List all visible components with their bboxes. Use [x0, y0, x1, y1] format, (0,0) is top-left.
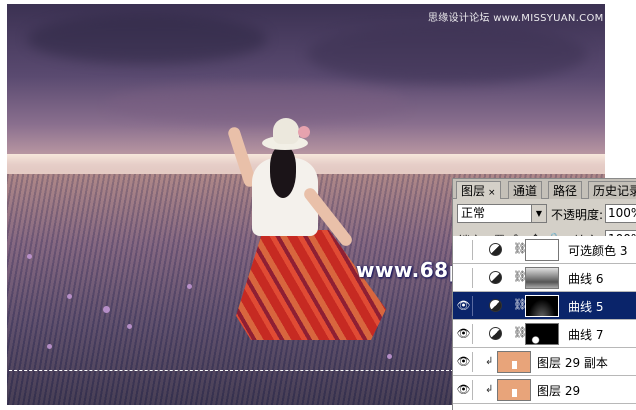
hat-flower: [298, 126, 310, 138]
layer-row[interactable]: ⛓ 曲线 6: [453, 264, 636, 292]
layers-panel: 图层× 通道 路径 历史记录 正常 ▼ 不透明度: 100% 锁定: ▦ ✎ ✥…: [452, 178, 636, 410]
layer-row[interactable]: 👁 ↲ 图层 29: [453, 376, 636, 404]
adjustment-icon: [489, 243, 502, 256]
tab-history[interactable]: 历史记录: [588, 181, 636, 199]
blend-mode-value: 正常: [461, 206, 486, 220]
eye-icon[interactable]: 👁: [455, 324, 473, 344]
eye-icon[interactable]: 👁: [455, 352, 473, 372]
cloud: [307, 24, 587, 84]
layer-row[interactable]: 👁 ↲ 图层 29 副本: [453, 348, 636, 376]
blend-row: 正常 ▼ 不透明度: 100%: [453, 201, 636, 225]
layer-name: 曲线 5: [568, 300, 604, 314]
selection-marquee: [4, 370, 454, 404]
layer-mask[interactable]: [525, 295, 559, 317]
tab-label: 图层: [461, 184, 486, 198]
flower: [47, 344, 52, 349]
flower: [67, 294, 72, 299]
sun-hat: [262, 116, 310, 156]
layer-thumbnail[interactable]: [497, 379, 531, 401]
layer-mask[interactable]: [525, 267, 559, 289]
layer-thumbnail[interactable]: [497, 351, 531, 373]
panel-tabs: 图层× 通道 路径 历史记录: [453, 179, 636, 199]
eye-icon[interactable]: 👁: [455, 296, 473, 316]
visibility-toggle[interactable]: [455, 268, 473, 288]
hat-crown: [273, 118, 299, 144]
layer-name: 曲线 6: [568, 272, 604, 286]
layer-name: 可选颜色 3: [568, 244, 628, 258]
layer-mask[interactable]: [525, 323, 559, 345]
layers-list: ⛓ 可选颜色 3 ⛓ 曲线 6 👁 ⛓ 曲线 5 👁 ⛓ 曲线 7 👁 ↲ 图层…: [453, 236, 636, 410]
layer-row[interactable]: ⛓ 可选颜色 3: [453, 236, 636, 264]
tab-channels[interactable]: 通道: [508, 181, 543, 199]
flower: [387, 354, 392, 359]
layer-name: 图层 29: [537, 384, 581, 398]
eye-icon[interactable]: 👁: [455, 380, 473, 400]
tab-label: 路径: [553, 184, 578, 198]
clipping-arrow-icon: ↲: [485, 384, 494, 395]
layer-name: 曲线 7: [568, 328, 604, 342]
woman-figure: [226, 112, 400, 342]
cloud: [27, 14, 267, 64]
flower: [103, 306, 110, 313]
tab-paths[interactable]: 路径: [548, 181, 583, 199]
flower: [27, 254, 32, 259]
layer-row[interactable]: 👁 ⛓ 曲线 5: [453, 292, 636, 320]
opacity-label: 不透明度:: [551, 208, 604, 222]
layer-mask[interactable]: [525, 239, 559, 261]
close-icon[interactable]: ×: [488, 188, 496, 198]
blend-mode-select[interactable]: 正常 ▼: [457, 204, 547, 223]
adjustment-icon: [489, 327, 502, 340]
site-watermark: 思缘设计论坛 www.MISSYUAN.COM: [428, 13, 604, 24]
flower: [127, 324, 132, 329]
opacity-input[interactable]: 100%: [605, 204, 636, 223]
layer-name: 图层 29 副本: [537, 356, 608, 370]
layer-row[interactable]: 👁 ⛓ 曲线 7: [453, 320, 636, 348]
visibility-toggle[interactable]: [455, 240, 473, 260]
flower: [187, 284, 192, 289]
tab-label: 通道: [513, 184, 538, 198]
red-skirt: [236, 230, 386, 340]
adjustment-icon: [489, 299, 502, 312]
tab-layers[interactable]: 图层 ×: [456, 181, 501, 199]
adjustment-icon: [489, 271, 502, 284]
chevron-down-icon[interactable]: ▼: [531, 205, 546, 222]
tab-label: 历史记录: [593, 184, 636, 198]
clipping-arrow-icon: ↲: [485, 356, 494, 367]
